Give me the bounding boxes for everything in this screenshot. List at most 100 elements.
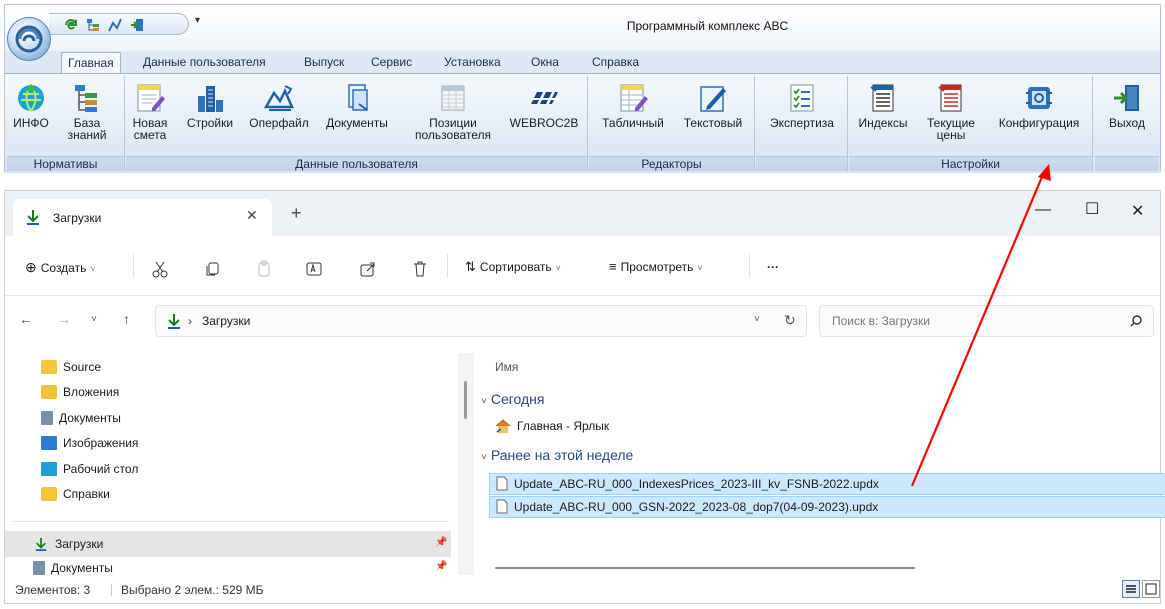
file-row-gsn-2022[interactable]: Update_ABC-RU_000_GSN-2022_2023-08_dop7(…: [489, 496, 1165, 518]
info-button[interactable]: ИНФО: [9, 76, 53, 129]
new-estimate-icon: [137, 84, 165, 112]
share-icon[interactable]: [359, 258, 377, 280]
breadcrumb-separator: ›: [188, 314, 192, 328]
nav-separator: [13, 521, 449, 522]
up-arrow-icon[interactable]: ↑: [123, 311, 130, 327]
documents-button[interactable]: Документы: [320, 76, 394, 129]
group-header-today[interactable]: ˅ Сегодня: [481, 391, 545, 407]
tab-okna[interactable]: Окна: [525, 54, 565, 73]
tab-close-icon[interactable]: ✕: [246, 207, 258, 224]
nav-item-spravki[interactable]: Справки: [41, 483, 110, 505]
file-icon: [496, 499, 508, 514]
group-label-expertise: [756, 156, 847, 171]
operfile-button[interactable]: Оперфайл: [244, 76, 314, 129]
folder-icon: [41, 487, 57, 501]
new-tab-icon[interactable]: +: [291, 203, 302, 224]
group-label-settings: Настройки: [849, 156, 1092, 171]
minimize-icon[interactable]: —: [1035, 201, 1051, 219]
explorer-tabbar: Загрузки ✕ + — ☐ ✕: [5, 191, 1160, 236]
knowledge-base-button[interactable]: База знаний: [65, 76, 109, 141]
address-bar[interactable]: › Загрузки ˅ ↻: [155, 305, 807, 337]
user-positions-button[interactable]: Позиции пользователя: [408, 76, 498, 141]
buildings-button[interactable]: Стройки: [182, 76, 238, 129]
back-arrow-icon[interactable]: ←: [19, 311, 33, 327]
search-icon[interactable]: [1129, 314, 1143, 328]
search-box[interactable]: [819, 305, 1154, 337]
file-icon: [496, 476, 508, 491]
maximize-icon[interactable]: ☐: [1085, 199, 1099, 219]
knowledge-base-icon: [75, 85, 97, 112]
tab-spravka[interactable]: Справка: [586, 54, 645, 73]
search-input[interactable]: [820, 306, 1120, 336]
tab-title: Загрузки: [53, 211, 102, 225]
nav-scrollbar[interactable]: [458, 353, 474, 575]
tab-user-data[interactable]: Данные пользователя: [137, 54, 272, 73]
address-dropdown-icon[interactable]: ˅: [754, 314, 760, 325]
pin-icon[interactable]: 📌: [435, 537, 447, 548]
close-window-icon[interactable]: ✕: [1131, 201, 1144, 221]
group-label-normativy: Нормативы: [7, 156, 124, 171]
nav-item-attachments[interactable]: Вложения: [41, 381, 119, 403]
downloads-icon: [35, 537, 47, 551]
tiles-view-icon[interactable]: [1142, 580, 1160, 598]
webroc2b-button[interactable]: WEBROC2B: [504, 76, 584, 129]
file-row-home-shortcut[interactable]: Главная - Ярлык: [489, 415, 609, 437]
file-row-indexes-prices[interactable]: Update_ABC-RU_000_IndexesPrices_2023-III…: [489, 473, 1165, 495]
group-user-data: Новая смета Стройки Оперфайл Документы П…: [126, 76, 588, 171]
view-button[interactable]: ≡ Просмотреть ˅: [609, 256, 703, 278]
configuration-button[interactable]: Конфигурация: [989, 76, 1089, 129]
recent-chevron-icon[interactable]: ˅: [91, 314, 97, 325]
tab-downloads[interactable]: Загрузки ✕: [13, 199, 272, 236]
nav-item-source[interactable]: Source: [41, 356, 101, 378]
create-button[interactable]: ⊕ Создать ˅: [25, 256, 96, 278]
breadcrumb-downloads[interactable]: Загрузки: [202, 314, 250, 328]
rename-icon[interactable]: [305, 258, 323, 280]
tab-servis[interactable]: Сервис: [365, 54, 418, 73]
pin-icon[interactable]: 📌: [435, 561, 447, 572]
chevron-down-icon: ˅: [481, 396, 487, 407]
tab-ustanovka[interactable]: Установка: [438, 54, 507, 73]
more-options-button[interactable]: ···: [767, 256, 779, 278]
webroc2b-icon: [531, 92, 558, 104]
sort-icon: ⇅: [465, 259, 476, 274]
ribbon-app-window: ▾ Программный комплекс ABC Главная Данны…: [4, 4, 1161, 173]
exit-button[interactable]: Выход: [1099, 76, 1155, 129]
column-header-name[interactable]: Имя: [495, 360, 518, 374]
group-header-this-week[interactable]: ˅ Ранее на этой неделе: [481, 447, 633, 463]
refresh-icon[interactable]: ↻: [784, 312, 796, 329]
cut-icon[interactable]: [151, 258, 169, 280]
item-count: Элементов: 3: [15, 583, 91, 597]
forward-arrow-icon[interactable]: →: [57, 311, 71, 327]
horizontal-scrollbar[interactable]: [495, 567, 915, 569]
address-row: ← → ˅ ↑ › Загрузки ˅ ↻: [5, 297, 1160, 345]
expertise-button[interactable]: Экспертиза: [762, 76, 842, 129]
details-view-icon[interactable]: [1122, 580, 1140, 598]
group-editors: Табличный Текстовый Редакторы: [589, 76, 755, 171]
text-editor-button[interactable]: Текстовый: [675, 76, 751, 129]
nav-item-documents[interactable]: Документы: [41, 407, 121, 429]
group-label-editors: Редакторы: [589, 156, 754, 171]
delete-icon[interactable]: [411, 258, 429, 280]
file-explorer-window: Загрузки ✕ + — ☐ ✕ ⊕ Создать ˅ ⇅ Сортироват…: [4, 190, 1165, 604]
indexes-button[interactable]: Индексы: [855, 76, 911, 129]
group-label-exit: [1095, 156, 1159, 171]
current-prices-button[interactable]: Текущие цены: [921, 76, 981, 141]
sort-button[interactable]: ⇅ Сортировать ˅: [465, 256, 561, 278]
documents-icon: [33, 561, 45, 575]
user-positions-icon: [441, 85, 465, 111]
nav-scroll-thumb[interactable]: [464, 381, 467, 419]
chevron-down-icon: ˅: [697, 263, 703, 273]
nav-pinned-downloads[interactable]: Загрузки: [33, 533, 103, 555]
navigation-pane: Source Вложения Документы Изображения Ра…: [5, 353, 457, 575]
tab-glavnaya[interactable]: Главная: [61, 52, 121, 74]
nav-item-desktop[interactable]: Рабочий стол: [41, 458, 138, 480]
app-menu-orb[interactable]: [7, 17, 51, 61]
copy-icon[interactable]: [203, 258, 221, 280]
paste-icon[interactable]: [255, 258, 273, 280]
nav-item-pictures[interactable]: Изображения: [41, 432, 138, 454]
new-estimate-button[interactable]: Новая смета: [128, 76, 172, 141]
file-list: Имя ˅ Сегодня Главная - Ярлык ˅ Ранее на э…: [475, 353, 1165, 575]
info-globe-icon: [18, 84, 44, 112]
tab-vypusk[interactable]: Выпуск: [298, 54, 350, 73]
table-editor-button[interactable]: Табличный: [595, 76, 671, 129]
